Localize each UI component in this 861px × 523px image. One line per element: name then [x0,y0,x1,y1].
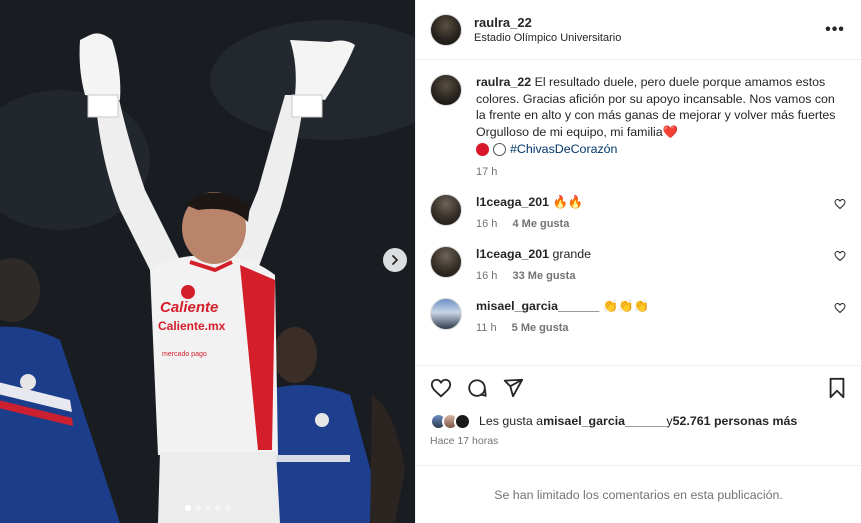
caption-meta: 17 h [476,166,847,178]
comment-item: l1ceaga_201 🔥🔥 16 h 4 Me gusta [430,194,847,230]
commenter-avatar[interactable] [430,246,462,278]
likes-count[interactable]: 52.761 personas más [673,414,798,428]
comment-item: misael_garcia______ 👏👏👏 11 h 5 Me gusta [430,298,847,334]
save-button[interactable] [827,377,847,399]
liker-avatar [454,412,471,430]
comment-item: l1ceaga_201 grande 16 h 33 Me gusta [430,246,847,282]
caption-avatar[interactable] [430,74,462,106]
comment-like-heart-icon[interactable] [833,250,847,262]
comment-button[interactable] [466,377,488,399]
hashtag-link[interactable]: #ChivasDeCorazón [510,140,617,158]
comment-time[interactable]: 16 h [476,218,497,230]
comment-icon [468,378,487,397]
likes-user[interactable]: misael_garcia______ [543,414,666,428]
bookmark-icon [829,377,845,398]
goalkeeper-photo: Caliente Caliente.mx mercado pago [0,0,415,523]
caption: raulra_22 El resultado duele, pero duele… [430,74,847,178]
liker-avatars[interactable] [430,412,471,430]
post-time-ago[interactable]: Hace 17 horas [416,435,861,453]
white-circle-icon [493,142,506,156]
comment-text: grande [552,247,592,261]
author-avatar[interactable] [430,13,462,46]
more-icon: ••• [825,20,845,38]
comment-time[interactable]: 16 h [476,270,497,282]
post-location[interactable]: Estadio Olímpico Universitario [474,32,823,44]
carousel-dot [204,505,211,511]
share-button[interactable] [502,377,524,399]
carousel-dot [224,505,231,511]
share-icon [503,378,524,397]
comment-likes[interactable]: 4 Me gusta [512,218,569,230]
likes-prefix: Les gusta a [479,414,544,428]
comment-text: 🔥🔥 [552,195,584,209]
post-dialog: Caliente Caliente.mx mercado pago raulra… [0,0,861,523]
jersey-sleeve-sponsor: mercado pago [162,351,207,358]
comments-area[interactable]: raulra_22 El resultado duele, pero duele… [416,60,861,365]
caption-hashtag-line: #ChivasDeCorazón [476,140,847,158]
comment-likes[interactable]: 5 Me gusta [512,322,569,334]
comment-text: 👏👏👏 [602,299,650,313]
comment-username[interactable]: misael_garcia______ [476,299,599,313]
like-button[interactable] [430,377,452,399]
red-circle-icon [476,142,489,156]
action-bar [416,365,861,409]
comment-username[interactable]: l1ceaga_201 [476,247,549,261]
caption-time[interactable]: 17 h [476,166,497,178]
jersey-sponsor-text: Caliente [160,299,218,316]
author-username[interactable]: raulra_22 [474,15,823,30]
carousel-dot [184,505,191,511]
carousel-dots [0,505,415,511]
post-header: raulra_22 Estadio Olímpico Universitario… [416,0,861,60]
caption-username[interactable]: raulra_22 [476,75,531,89]
comment-like-heart-icon[interactable] [833,302,847,314]
comment-username[interactable]: l1ceaga_201 [476,195,549,209]
commenter-avatar[interactable] [430,298,462,330]
post-side-panel: raulra_22 Estadio Olímpico Universitario… [415,0,861,523]
carousel-dot [194,505,201,511]
jersey-sponsor-url: Caliente.mx [158,319,226,333]
heart-icon [430,378,452,397]
carousel-dot [214,505,221,511]
comments-limited-notice: Se han limitado los comentarios en esta … [416,465,861,523]
next-arrow-icon [392,255,398,265]
author-info: raulra_22 Estadio Olímpico Universitario [474,15,823,44]
caption-text: raulra_22 El resultado duele, pero duele… [476,74,847,140]
more-options-button[interactable]: ••• [823,21,847,39]
likes-summary: Les gusta a misael_garcia______ y 52.761… [416,409,861,433]
commenter-avatar[interactable] [430,194,462,226]
comment-like-heart-icon[interactable] [833,198,847,210]
comment-likes[interactable]: 33 Me gusta [512,270,575,282]
post-photo[interactable]: Caliente Caliente.mx mercado pago [0,0,415,523]
next-photo-button[interactable] [383,248,407,272]
comment-time[interactable]: 11 h [476,322,497,334]
